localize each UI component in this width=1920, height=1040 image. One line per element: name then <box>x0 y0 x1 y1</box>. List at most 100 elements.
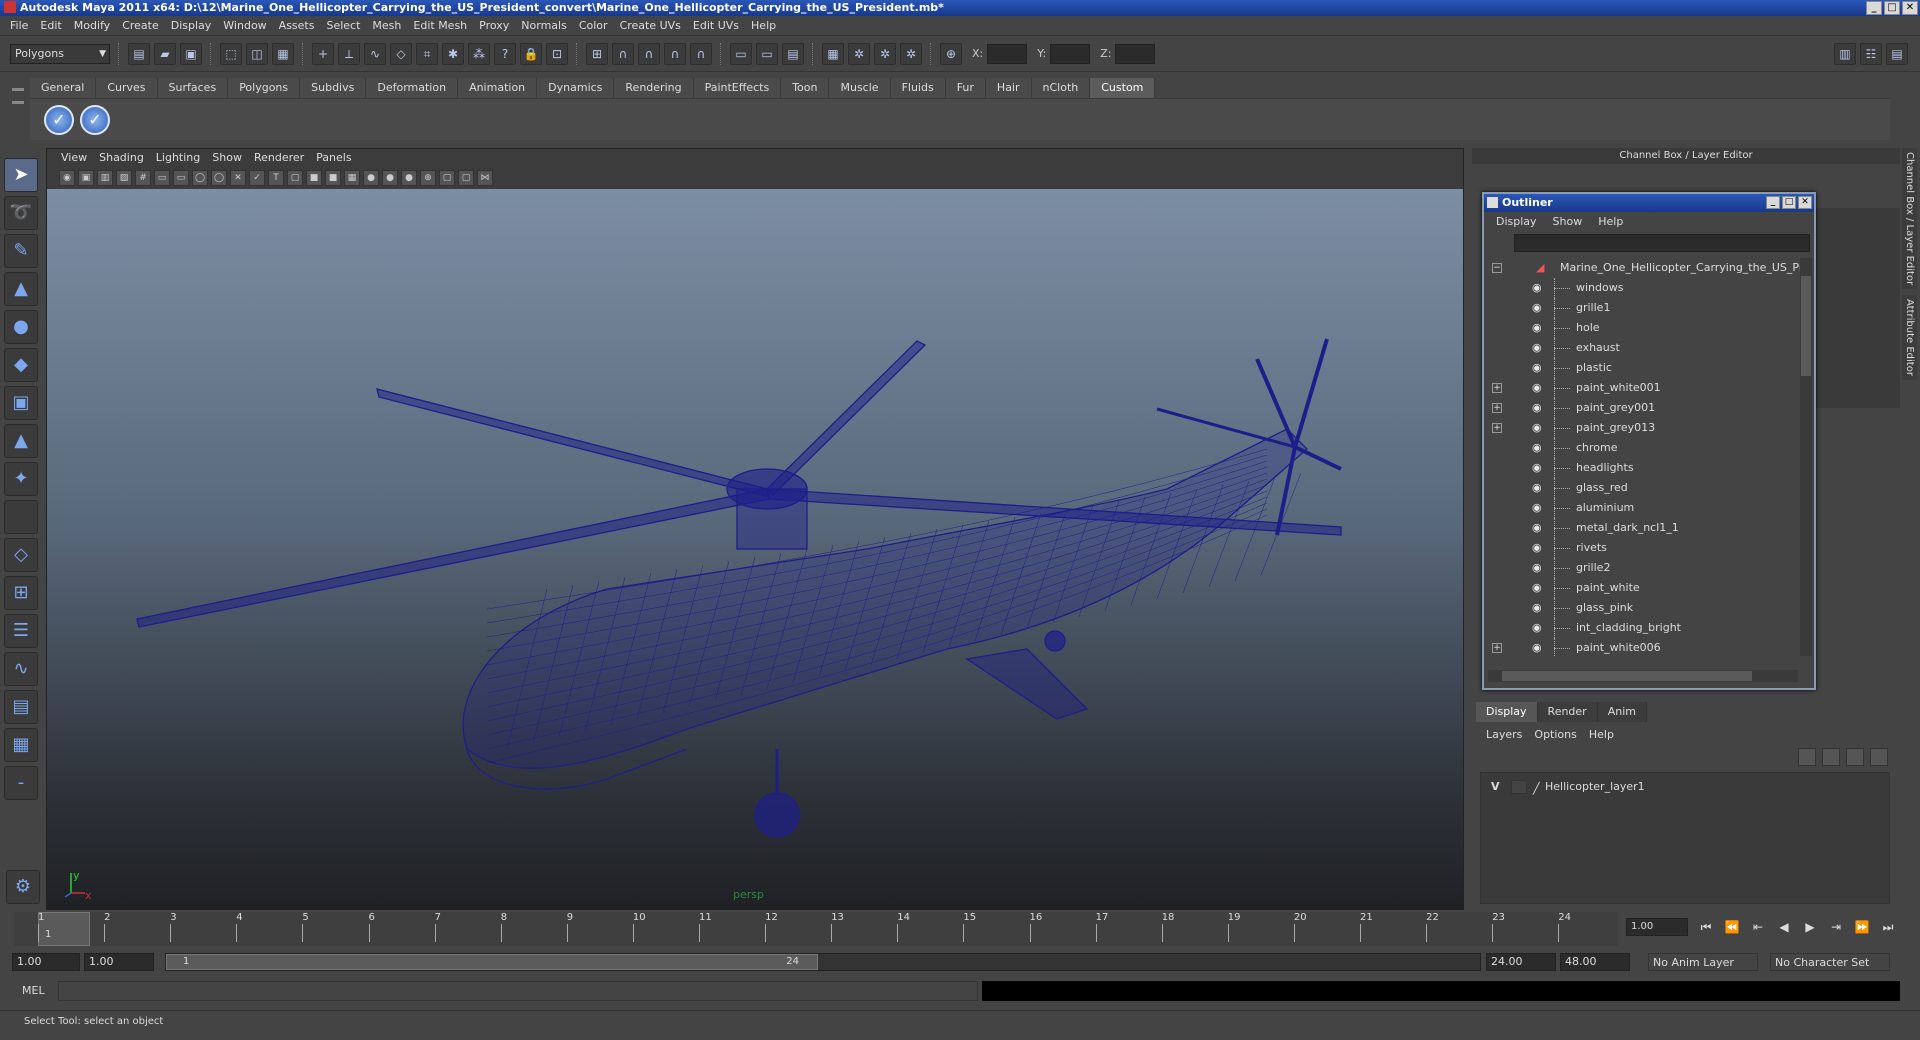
render-settings-icon[interactable]: ✲ <box>900 42 922 65</box>
time-slider[interactable]: 1 1 2 3 4 5 6 7 8 9 10 11 12 13 14 15 16 17 18 19 20 21 22 23 2… <box>14 912 1618 946</box>
use-default-material-icon[interactable]: ● <box>363 170 379 186</box>
step-forward-frame-icon[interactable]: ⏩ <box>1852 918 1872 936</box>
shelf-tab-curves[interactable]: Curves <box>96 78 158 98</box>
texture-icon[interactable]: T <box>268 170 284 186</box>
viewport-menu-panels[interactable]: Panels <box>310 149 357 167</box>
outliner-item[interactable]: + ◉ paint_grey001 <box>1486 398 1802 418</box>
snap-view-plane-icon[interactable]: ∩ <box>664 42 686 65</box>
outliner-close-button[interactable]: ✕ <box>1798 196 1812 209</box>
persp-graph-hypershade-icon[interactable]: ▦ <box>4 728 38 762</box>
hardware-render-icon[interactable]: ⋈ <box>477 170 493 186</box>
last-tool-icon[interactable] <box>4 500 38 534</box>
menu-create[interactable]: Create <box>116 16 165 35</box>
layer-color-icon[interactable]: ╱ <box>1533 779 1540 799</box>
outliner-filter-field[interactable] <box>1514 234 1810 252</box>
outliner-root-node[interactable]: − ◢ Marine_One_Hellicopter_Carrying_the_… <box>1486 258 1802 278</box>
shelf-menu-handle[interactable] <box>12 78 28 138</box>
start-time-field[interactable]: 1.00 <box>12 953 80 971</box>
move-layer-up-icon[interactable] <box>1798 748 1816 766</box>
persp-graph-layout-icon[interactable]: ∿ <box>4 652 38 686</box>
menu-edit[interactable]: Edit <box>34 16 67 35</box>
layer-tab-render[interactable]: Render <box>1537 702 1598 722</box>
shelf-tab-toon[interactable]: Toon <box>781 78 830 98</box>
layer-menu-options[interactable]: Options <box>1528 726 1582 744</box>
ipr-icon[interactable]: ▤ <box>782 42 804 65</box>
z-field[interactable] <box>1115 43 1156 64</box>
outliner-item[interactable]: + ◉ paint_white001 <box>1486 378 1802 398</box>
select-misc-icon[interactable]: ? <box>494 42 516 65</box>
menu-color[interactable]: Color <box>573 16 614 35</box>
camera-attributes-icon[interactable]: ▣ <box>78 170 94 186</box>
outliner-item[interactable]: ◉ hole <box>1486 318 1802 338</box>
viewport-menu-show[interactable]: Show <box>206 149 248 167</box>
smooth-shade-icon[interactable]: ■ <box>306 170 322 186</box>
highlight-selection-icon[interactable]: ⊡ <box>546 42 568 65</box>
select-tool-icon[interactable]: ➤ <box>4 158 38 192</box>
shelf-tab-fluids[interactable]: Fluids <box>890 78 946 98</box>
shelf-checkmark-icon[interactable]: ✓ <box>80 104 110 135</box>
outliner-item[interactable]: ◉ grille2 <box>1486 558 1802 578</box>
toggle-tool-settings-icon[interactable]: ☷ <box>1860 43 1882 65</box>
viewport-menu-shading[interactable]: Shading <box>93 149 150 167</box>
outliner-item[interactable]: ◉ aluminium <box>1486 498 1802 518</box>
menu-mesh[interactable]: Mesh <box>366 16 407 35</box>
shelf-tab-deformation[interactable]: Deformation <box>366 78 459 98</box>
step-back-key-icon[interactable]: ⇤ <box>1748 918 1768 936</box>
gate-mask-icon[interactable]: ◯ <box>192 170 208 186</box>
shelf-tab-surfaces[interactable]: Surfaces <box>157 78 229 98</box>
shelf-tab-custom[interactable]: Custom <box>1090 78 1156 98</box>
rotate-tool-icon[interactable]: ● <box>4 310 38 344</box>
component-xray-icon[interactable]: ▢ <box>458 170 474 186</box>
viewport-menu-renderer[interactable]: Renderer <box>248 149 310 167</box>
outliner-vertical-scrollbar[interactable] <box>1800 258 1812 656</box>
bookmark-icon[interactable]: ▥ <box>97 170 113 186</box>
layer-visibility-toggle[interactable]: V <box>1491 777 1500 797</box>
menu-assets[interactable]: Assets <box>273 16 321 35</box>
outliner-item[interactable]: ◉ exhaust <box>1486 338 1802 358</box>
outliner-item[interactable]: ◉ plastic <box>1486 358 1802 378</box>
persp-outliner-layout-icon[interactable]: ☰ <box>4 614 38 648</box>
layer-menu-layers[interactable]: Layers <box>1480 726 1528 744</box>
outliner-item[interactable]: ◉ rivets <box>1486 538 1802 558</box>
outliner-item[interactable]: + ◉ paint_grey013 <box>1486 418 1802 438</box>
toggle-attribute-editor-icon[interactable]: ▥ <box>1834 43 1856 65</box>
menu-file[interactable]: File <box>4 16 34 35</box>
layer-tab-display[interactable]: Display <box>1476 702 1538 722</box>
select-by-dynamics-icon[interactable]: ✱ <box>442 42 464 65</box>
shelf-tab-rendering[interactable]: Rendering <box>614 78 694 98</box>
hypershade-layout-icon[interactable]: ▤ <box>4 690 38 724</box>
outliner-minimize-button[interactable]: _ <box>1766 196 1780 209</box>
outliner-horizontal-scrollbar[interactable] <box>1488 670 1798 682</box>
snap-grid-icon[interactable]: ⊞ <box>586 42 608 65</box>
outliner-item[interactable]: ◉ glass_pink <box>1486 598 1802 618</box>
play-backwards-icon[interactable]: ◀ <box>1774 918 1794 936</box>
layer-row[interactable]: V ╱ Hellicopter_layer1 <box>1481 777 1889 797</box>
shelf-tab-subdivs[interactable]: Subdivs <box>300 78 367 98</box>
safe-action-icon[interactable]: ✕ <box>230 170 246 186</box>
create-empty-layer-icon[interactable] <box>1846 748 1864 766</box>
outliner-item[interactable]: + ◉ paint_white006 <box>1486 638 1802 656</box>
select-by-joint-icon[interactable]: ⟂ <box>338 42 360 65</box>
ipr-render-icon[interactable]: ✲ <box>874 42 896 65</box>
single-perspective-layout-icon[interactable]: ◇ <box>4 538 38 572</box>
viewport-menu-lighting[interactable]: Lighting <box>150 149 206 167</box>
scale-tool-icon[interactable]: ◆ <box>4 348 38 382</box>
outliner-item[interactable]: ◉ windows <box>1486 278 1802 298</box>
y-field[interactable] <box>1050 43 1091 64</box>
isolate-select-icon[interactable]: ⊕ <box>420 170 436 186</box>
film-gate-icon[interactable]: ▭ <box>154 170 170 186</box>
expand-icon[interactable]: + <box>1492 423 1502 433</box>
channel-box-side-tab[interactable]: Channel Box / Layer Editor <box>1902 148 1917 290</box>
field-chart-icon[interactable]: ◯ <box>211 170 227 186</box>
outliner-item[interactable]: ◉ headlights <box>1486 458 1802 478</box>
render-current-icon[interactable]: ✲ <box>848 42 870 65</box>
maximize-button[interactable]: □ <box>1884 1 1900 15</box>
anim-layer-dropdown[interactable]: No Anim Layer <box>1648 953 1758 971</box>
expand-icon[interactable]: + <box>1492 643 1502 653</box>
shelf-tab-polygons[interactable]: Polygons <box>228 78 301 98</box>
xray-joints-icon[interactable]: ▢ <box>439 170 455 186</box>
outliner-menu-display[interactable]: Display <box>1488 212 1545 232</box>
shelf-checkmark-icon[interactable]: ✓ <box>44 104 74 135</box>
select-by-deform-icon[interactable]: ⌗ <box>416 42 438 65</box>
menu-set-dropdown[interactable]: Polygons ▼ <box>10 43 110 64</box>
